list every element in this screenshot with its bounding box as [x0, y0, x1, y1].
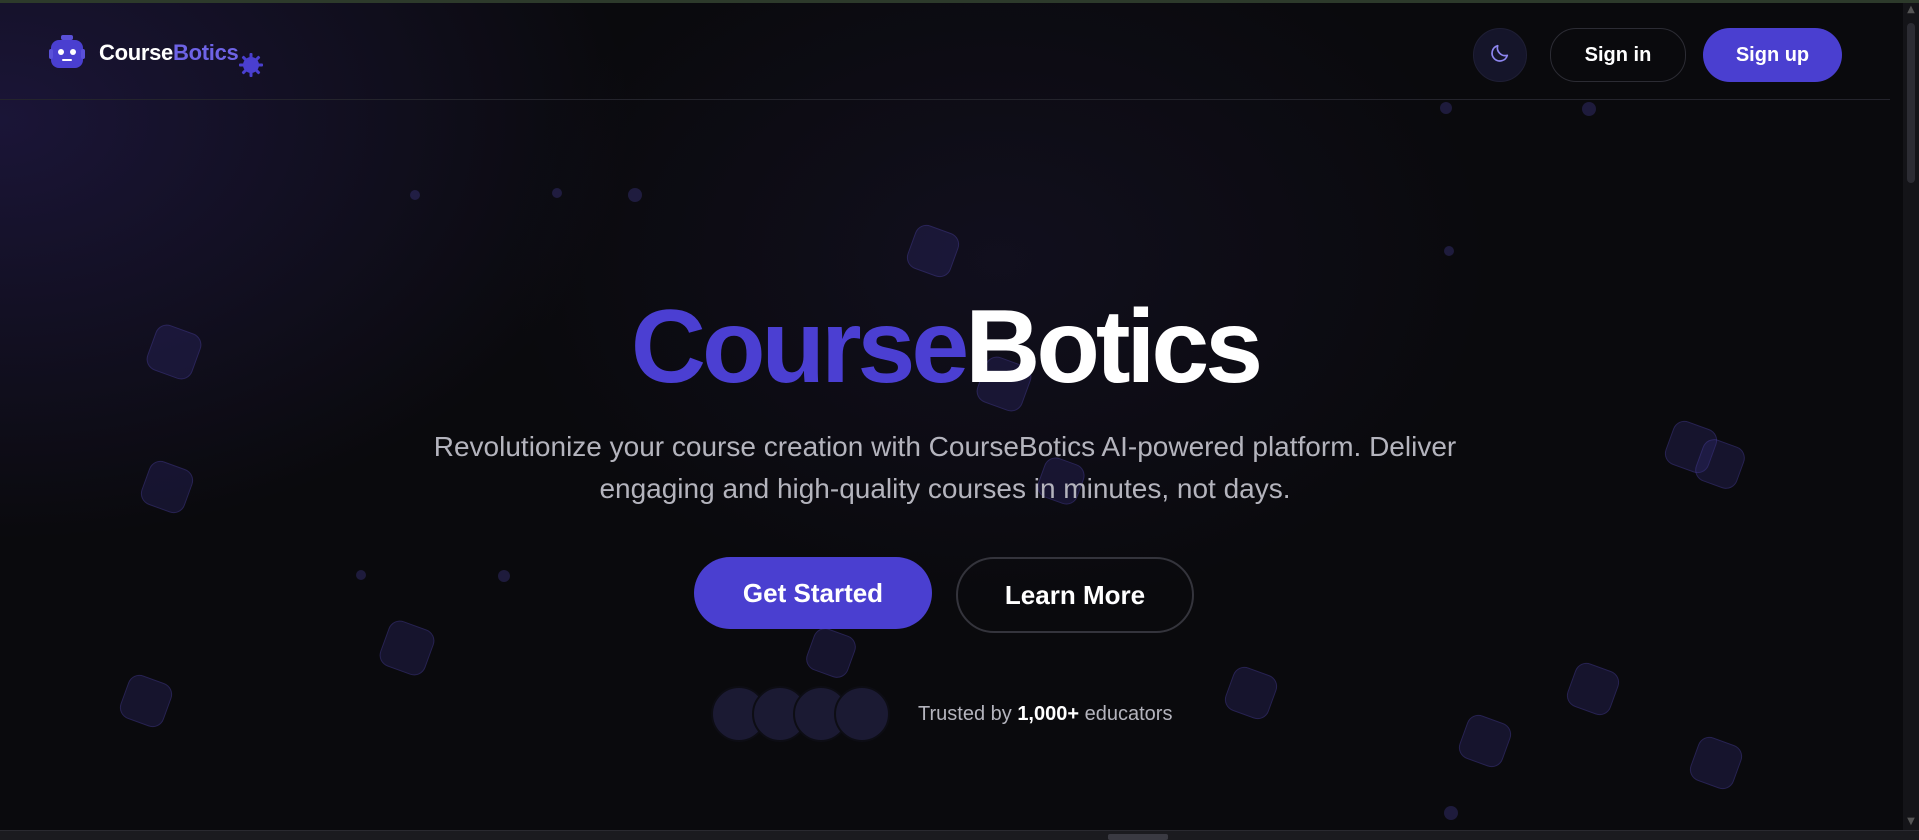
bg-dot: [1440, 102, 1452, 114]
bg-shape: [903, 221, 963, 281]
hero-title-part1: Course: [630, 289, 969, 405]
hero-subtitle-line2: engaging and high-quality courses in min…: [599, 473, 1291, 504]
bg-dot: [410, 190, 420, 200]
bg-dot: [356, 570, 366, 580]
bg-dot: [498, 570, 510, 582]
scroll-down-icon[interactable]: ▼: [1903, 815, 1919, 829]
page: CourseBotics Sign in Sign up CourseBotic…: [0, 0, 1919, 840]
trusted-suffix: educators: [1084, 703, 1173, 725]
trusted-count: 1,000+: [1017, 703, 1080, 725]
gear-badge-icon: [239, 53, 263, 77]
scroll-up-icon[interactable]: ▲: [1903, 3, 1919, 17]
bg-dot: [1444, 806, 1458, 820]
bg-dot: [628, 188, 642, 202]
trusted-prefix: Trusted by: [918, 703, 1012, 725]
avatar: [834, 686, 890, 742]
bg-shape: [137, 457, 197, 517]
hero-subtitle-line1: Revolutionize your course creation with …: [433, 431, 1457, 462]
bg-dot: [1444, 246, 1454, 256]
moon-icon: [1489, 42, 1511, 69]
hero-subtitle: Revolutionize your course creation with …: [380, 426, 1510, 510]
brand-logo[interactable]: CourseBotics: [49, 33, 263, 77]
bg-dot: [1582, 102, 1596, 116]
bg-shape: [802, 624, 860, 682]
get-started-button[interactable]: Get Started: [694, 557, 932, 629]
bg-shape: [1455, 711, 1515, 771]
window-bottom-bar: [0, 830, 1919, 840]
signin-button[interactable]: Sign in: [1550, 28, 1686, 82]
hero-title: CourseBotics: [0, 295, 1890, 399]
brand-name: CourseBotics: [99, 40, 239, 66]
page-scrollbar[interactable]: ▲ ▼: [1903, 3, 1919, 831]
robot-icon: [49, 35, 85, 71]
learn-more-button[interactable]: Learn More: [956, 557, 1194, 633]
hero-title-part2: Botics: [965, 289, 1263, 405]
bg-shape: [1563, 659, 1623, 719]
bg-shape: [1221, 663, 1281, 723]
bg-shape: [1686, 733, 1746, 793]
trusted-by-text: Trusted by 1,000+ educators: [918, 702, 1172, 726]
site-header: CourseBotics Sign in Sign up: [0, 3, 1890, 100]
brand-name-part1: Course: [99, 40, 173, 65]
bg-shape: [376, 617, 438, 679]
brand-name-part2: Botics: [173, 40, 239, 65]
signup-button[interactable]: Sign up: [1703, 28, 1842, 82]
theme-toggle-button[interactable]: [1473, 28, 1527, 82]
scrollbar-thumb[interactable]: [1907, 23, 1915, 183]
resize-handle[interactable]: [1108, 834, 1168, 840]
bg-shape: [116, 671, 176, 731]
bg-dot: [552, 188, 562, 198]
